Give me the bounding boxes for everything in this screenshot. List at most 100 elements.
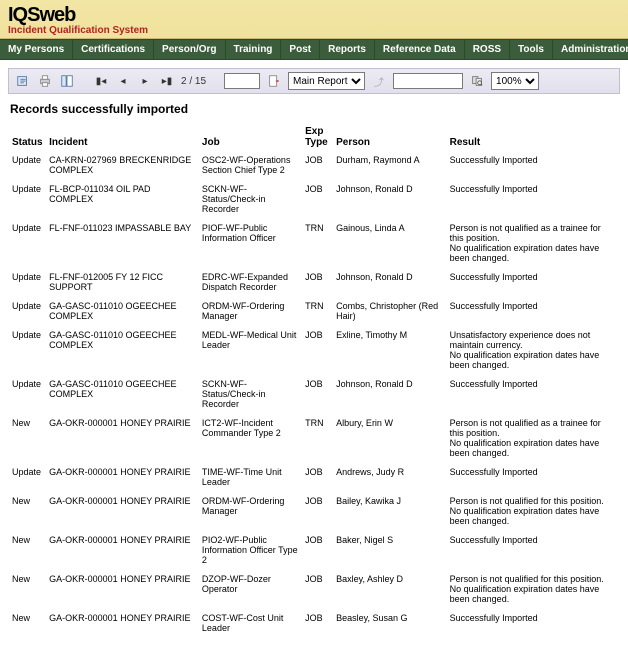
cell-job: OSC2-WF-Operations Section Chief Type 2	[200, 152, 303, 181]
cell-job: SCKN-WF-Status/Check-in Recorder	[200, 376, 303, 415]
logo: IQSweb	[8, 4, 620, 27]
nav-item-reference-data[interactable]: Reference Data	[375, 40, 465, 59]
col-person: Person	[334, 124, 448, 152]
cell-job: ORDM-WF-Ordering Manager	[200, 298, 303, 327]
cell-job: PIOF-WF-Public Information Officer	[200, 220, 303, 269]
cell-incident: GA-GASC-011010 OGEECHEE COMPLEX	[47, 298, 200, 327]
table-row: UpdateCA-KRN-027969 BRECKENRIDGE COMPLEX…	[10, 152, 618, 181]
goto-page-input[interactable]	[224, 73, 260, 89]
table-row: NewGA-OKR-000001 HONEY PRAIRIEDZOP-WF-Do…	[10, 571, 618, 610]
cell-exp-type: JOB	[303, 181, 334, 220]
table-row: NewGA-OKR-000001 HONEY PRAIRIEORDM-WF-Or…	[10, 493, 618, 532]
first-page-icon[interactable]: ▮◂	[93, 73, 109, 89]
cell-person: Baker, Nigel S	[334, 532, 448, 571]
cell-result: Successfully Imported	[448, 269, 618, 298]
cell-incident: GA-OKR-000001 HONEY PRAIRIE	[47, 493, 200, 532]
cell-result: Person is not qualified for this positio…	[448, 571, 618, 610]
last-page-icon[interactable]: ▸▮	[159, 73, 175, 89]
cell-job: MEDL-WF-Medical Unit Leader	[200, 327, 303, 376]
cell-status: Update	[10, 327, 47, 376]
cell-incident: GA-OKR-000001 HONEY PRAIRIE	[47, 571, 200, 610]
report-content: Records successfully imported Status Inc…	[0, 102, 628, 649]
table-row: NewGA-OKR-000001 HONEY PRAIRIEPIO2-WF-Pu…	[10, 532, 618, 571]
table-row: UpdateGA-GASC-011010 OGEECHEE COMPLEXSCK…	[10, 376, 618, 415]
cell-result: Person is not qualified as a trainee for…	[448, 415, 618, 464]
cell-status: New	[10, 571, 47, 610]
nav-item-my-persons[interactable]: My Persons	[0, 40, 73, 59]
search-icon[interactable]	[469, 73, 485, 89]
cell-incident: FL-FNF-012005 FY 12 FICC SUPPORT	[47, 269, 200, 298]
nav-item-reports[interactable]: Reports	[320, 40, 375, 59]
logo-sub: web	[39, 4, 75, 27]
nav-item-post[interactable]: Post	[281, 40, 320, 59]
up-level-icon[interactable]: ⤴	[371, 73, 387, 89]
cell-result: Unsatisfactory experience does not maint…	[448, 327, 618, 376]
cell-exp-type: JOB	[303, 376, 334, 415]
cell-result: Person is not qualified for this positio…	[448, 493, 618, 532]
cell-result: Successfully Imported	[448, 152, 618, 181]
cell-exp-type: JOB	[303, 464, 334, 493]
report-toolbar: ▮◂ ◂ ▸ ▸▮ 2 / 15 Main Report ⤴ 100%	[8, 68, 620, 94]
cell-incident: GA-GASC-011010 OGEECHEE COMPLEX	[47, 327, 200, 376]
cell-exp-type: JOB	[303, 152, 334, 181]
print-icon[interactable]	[37, 73, 53, 89]
cell-person: Gainous, Linda A	[334, 220, 448, 269]
cell-person: Johnson, Ronald D	[334, 269, 448, 298]
cell-result: Successfully Imported	[448, 298, 618, 327]
table-row: UpdateFL-FNF-012005 FY 12 FICC SUPPORTED…	[10, 269, 618, 298]
cell-status: New	[10, 610, 47, 639]
cell-status: Update	[10, 376, 47, 415]
cell-status: Update	[10, 269, 47, 298]
prev-page-icon[interactable]: ◂	[115, 73, 131, 89]
next-page-icon[interactable]: ▸	[137, 73, 153, 89]
table-row: NewGA-OKR-000001 HONEY PRAIRIECOST-WF-Co…	[10, 610, 618, 639]
cell-incident: GA-OKR-000001 HONEY PRAIRIE	[47, 610, 200, 639]
cell-exp-type: TRN	[303, 415, 334, 464]
nav-item-ross[interactable]: ROSS	[465, 40, 510, 59]
cell-status: New	[10, 415, 47, 464]
table-row: UpdateFL-FNF-011023 IMPASSABLE BAYPIOF-W…	[10, 220, 618, 269]
tree-toggle-icon[interactable]	[59, 73, 75, 89]
nav-item-training[interactable]: Training	[226, 40, 282, 59]
cell-exp-type: TRN	[303, 298, 334, 327]
cell-person: Durham, Raymond A	[334, 152, 448, 181]
export-icon[interactable]	[15, 73, 31, 89]
search-input[interactable]	[393, 73, 463, 89]
cell-exp-type: JOB	[303, 327, 334, 376]
table-row: NewGA-OKR-000001 HONEY PRAIRIEICT2-WF-In…	[10, 415, 618, 464]
nav-item-tools[interactable]: Tools	[510, 40, 553, 59]
cell-person: Albury, Erin W	[334, 415, 448, 464]
cell-incident: GA-GASC-011010 OGEECHEE COMPLEX	[47, 376, 200, 415]
cell-exp-type: JOB	[303, 571, 334, 610]
logo-main: IQS	[8, 4, 39, 27]
col-incident: Incident	[47, 124, 200, 152]
cell-status: Update	[10, 220, 47, 269]
cell-job: TIME-WF-Time Unit Leader	[200, 464, 303, 493]
cell-person: Johnson, Ronald D	[334, 376, 448, 415]
page-indicator: 2 / 15	[181, 76, 206, 87]
cell-exp-type: JOB	[303, 610, 334, 639]
cell-incident: FL-BCP-011034 OIL PAD COMPLEX	[47, 181, 200, 220]
cell-status: Update	[10, 464, 47, 493]
cell-person: Bailey, Kawika J	[334, 493, 448, 532]
col-job: Job	[200, 124, 303, 152]
cell-incident: CA-KRN-027969 BRECKENRIDGE COMPLEX	[47, 152, 200, 181]
records-title: Records successfully imported	[10, 102, 618, 116]
cell-job: ICT2-WF-Incident Commander Type 2	[200, 415, 303, 464]
cell-person: Baxley, Ashley D	[334, 571, 448, 610]
cell-exp-type: JOB	[303, 493, 334, 532]
cell-status: Update	[10, 181, 47, 220]
cell-job: EDRC-WF-Expanded Dispatch Recorder	[200, 269, 303, 298]
table-row: UpdateGA-GASC-011010 OGEECHEE COMPLEXMED…	[10, 327, 618, 376]
cell-person: Johnson, Ronald D	[334, 181, 448, 220]
cell-result: Successfully Imported	[448, 376, 618, 415]
goto-page-icon[interactable]	[266, 73, 282, 89]
nav-item-certifications[interactable]: Certifications	[73, 40, 154, 59]
view-select[interactable]: Main Report	[288, 72, 365, 90]
cell-result: Successfully Imported	[448, 181, 618, 220]
cell-result: Successfully Imported	[448, 610, 618, 639]
zoom-select[interactable]: 100%	[491, 72, 539, 90]
nav-item-administration[interactable]: Administration	[553, 40, 628, 59]
cell-person: Exline, Timothy M	[334, 327, 448, 376]
nav-item-person-org[interactable]: Person/Org	[154, 40, 225, 59]
